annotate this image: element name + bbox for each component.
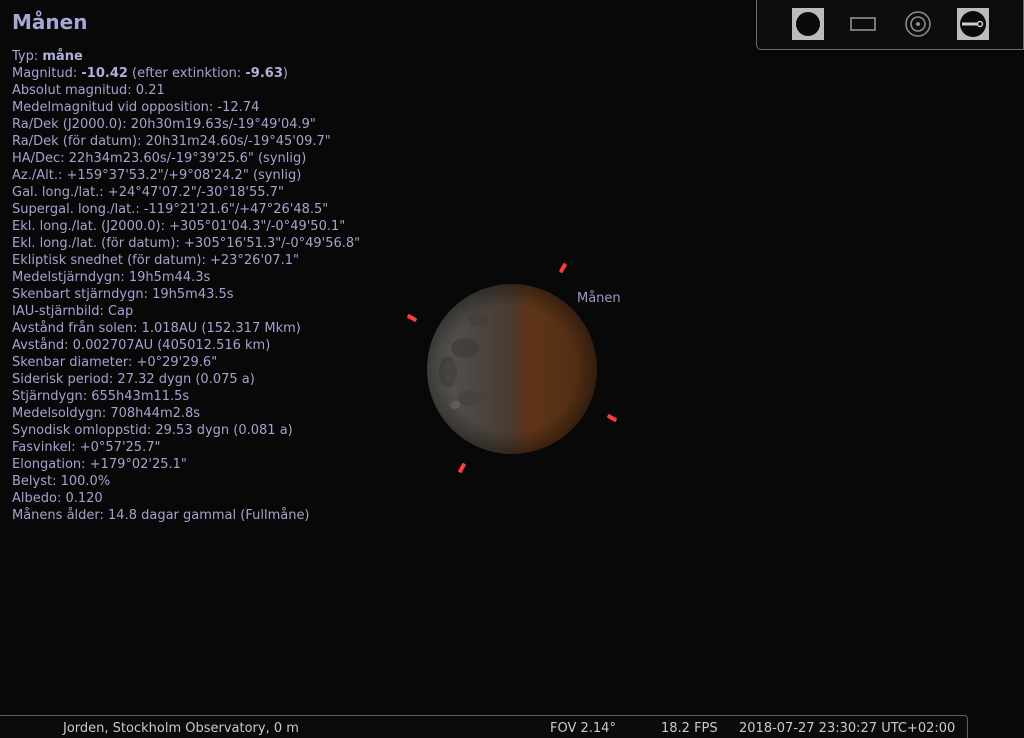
moon-disc[interactable] [427, 284, 597, 454]
moon-layer [427, 284, 597, 454]
status-fov: FOV 2.14° [550, 721, 616, 736]
status-bar: Jorden, Stockholm Observatory, 0 m FOV 2… [0, 715, 968, 738]
moon-label: Månen [577, 291, 621, 306]
status-fps: 18.2 FPS [661, 721, 718, 736]
sky-view[interactable]: Månen Typ: måne Magnitud: -10.42 (efter … [0, 0, 1024, 738]
status-datetime[interactable]: 2018-07-27 23:30:27 UTC+02:00 [739, 721, 955, 736]
status-location[interactable]: Jorden, Stockholm Observatory, 0 m [63, 721, 299, 736]
